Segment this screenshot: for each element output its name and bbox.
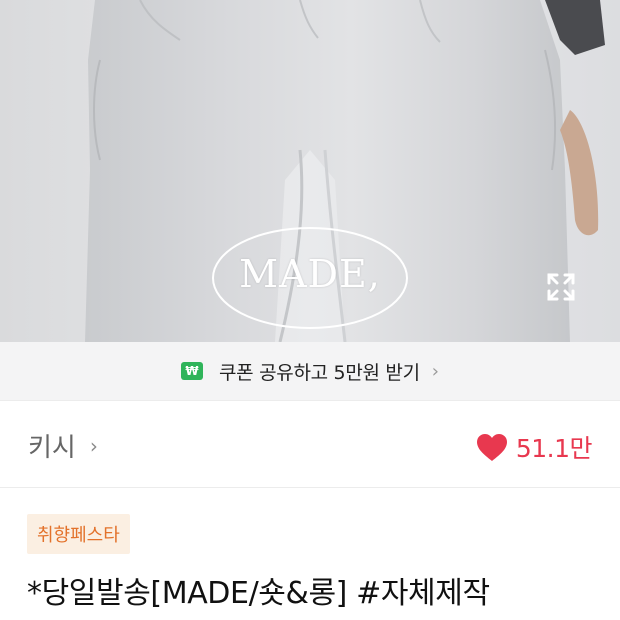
like-count: 51.1만 [515, 434, 593, 463]
product-image[interactable]: MADE, [0, 0, 620, 342]
coupon-share-banner[interactable]: ₩ 쿠폰 공유하고 5만원 받기 › [0, 342, 620, 401]
coupon-text: 쿠폰 공유하고 5만원 받기 [218, 361, 420, 384]
won-badge-icon: ₩ [180, 362, 203, 380]
store-name: 키시 [28, 433, 76, 463]
chevron-right-icon: › [89, 433, 98, 458]
expand-arrows-icon [547, 273, 575, 301]
promo-tag: 취향페스타 [27, 514, 130, 554]
store-row: 키시 › 51.1만 [0, 401, 620, 488]
chevron-right-icon: › [431, 360, 439, 382]
store-link[interactable]: 키시 › [28, 427, 98, 464]
brand-watermark: MADE, [239, 252, 381, 296]
like-button[interactable]: 51.1만 [476, 429, 593, 465]
product-title: *당일발송[MADE/숏&롱] #자체제작 [27, 576, 490, 611]
heart-icon [476, 433, 507, 461]
expand-image-button[interactable] [540, 266, 582, 308]
